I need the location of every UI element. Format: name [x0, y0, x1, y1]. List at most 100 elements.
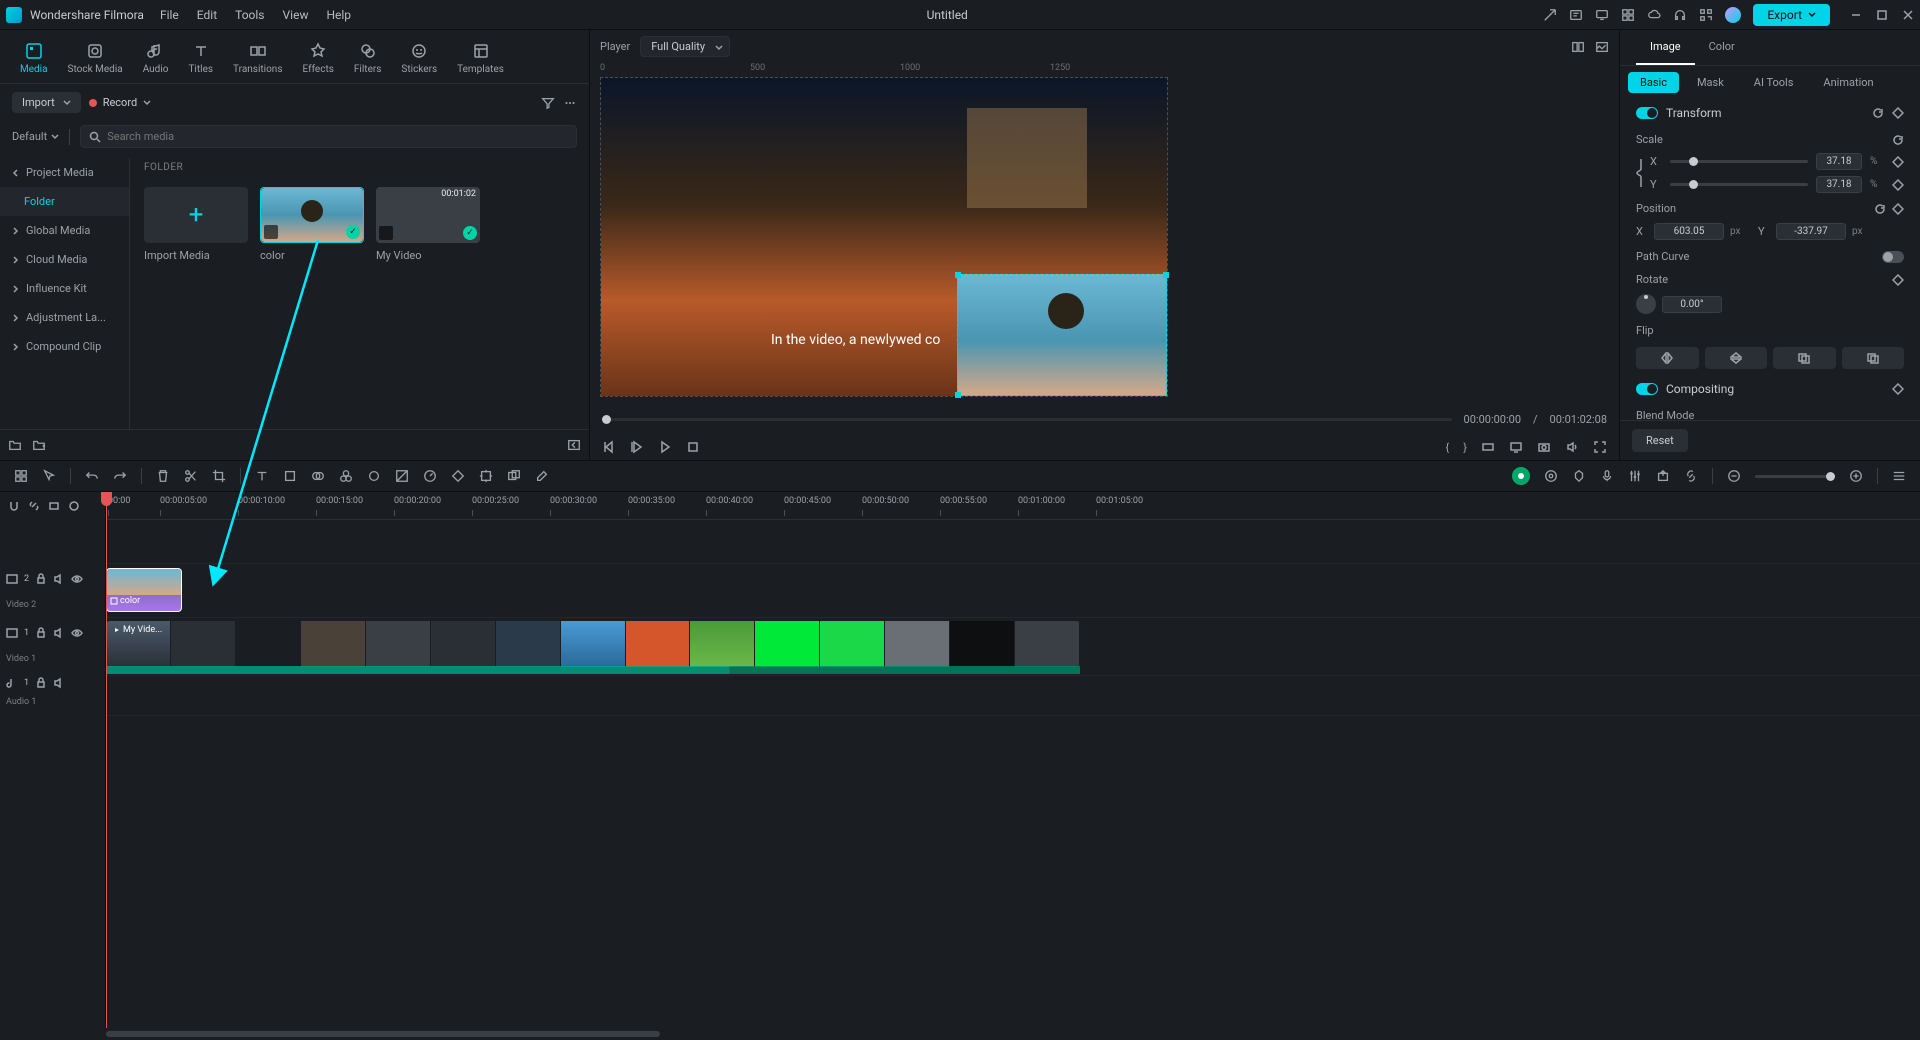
tl-color-icon[interactable]: [367, 469, 381, 483]
tl-group-icon[interactable]: [507, 469, 521, 483]
tl-effects-icon[interactable]: [339, 469, 353, 483]
tab-effects[interactable]: Effects: [293, 38, 344, 83]
pos-x-field[interactable]: 603.05: [1654, 223, 1724, 240]
auto-icon[interactable]: [68, 500, 80, 512]
rotate-dial[interactable]: [1636, 294, 1656, 314]
sidebar-item-project-media[interactable]: Project Media: [0, 158, 129, 187]
reset-icon[interactable]: [1872, 107, 1884, 119]
scale-y-slider[interactable]: [1670, 183, 1808, 186]
magnet-icon[interactable]: [48, 500, 60, 512]
mark-in-icon[interactable]: {: [1446, 441, 1450, 454]
clip-main-video[interactable]: [106, 621, 1080, 667]
pip-selected-clip[interactable]: [957, 274, 1167, 396]
play-icon[interactable]: [658, 440, 672, 454]
mute-icon[interactable]: [53, 573, 65, 585]
text-tool-icon[interactable]: [255, 469, 269, 483]
tab-transitions[interactable]: Transitions: [223, 38, 292, 83]
delete-icon[interactable]: [156, 469, 170, 483]
menu-tools[interactable]: Tools: [235, 8, 264, 22]
send-icon[interactable]: [1543, 8, 1557, 22]
tl-keyframe-icon[interactable]: [451, 469, 465, 483]
subtab-animation[interactable]: Animation: [1811, 72, 1885, 93]
sidebar-item-folder[interactable]: Folder: [0, 187, 129, 216]
clip-pip-color[interactable]: color: [106, 568, 182, 612]
lock-icon[interactable]: [35, 677, 47, 689]
keyframe-icon[interactable]: [1892, 179, 1904, 191]
zoom-out-icon[interactable]: [1727, 469, 1741, 483]
tl-crop-icon[interactable]: [283, 469, 297, 483]
display-icon[interactable]: [1595, 8, 1609, 22]
search-input[interactable]: [80, 125, 577, 148]
timeline-scrollbar[interactable]: [106, 1028, 1920, 1040]
scale-x-field[interactable]: 37.18: [1816, 153, 1862, 170]
sidebar-item-cloud-media[interactable]: Cloud Media: [0, 245, 129, 274]
track-header-video2[interactable]: 2 Video 2: [0, 564, 105, 618]
split-icon[interactable]: [184, 469, 198, 483]
screen-icon[interactable]: [1509, 440, 1523, 454]
tl-adjust-icon[interactable]: [395, 469, 409, 483]
menu-help[interactable]: Help: [326, 8, 351, 22]
notes-icon[interactable]: [1569, 8, 1583, 22]
record-dropdown[interactable]: Record: [89, 96, 151, 109]
rotate-field[interactable]: 0.00°: [1662, 296, 1722, 313]
transform-toggle[interactable]: [1636, 107, 1658, 119]
stop-icon[interactable]: [686, 440, 700, 454]
mute-icon[interactable]: [53, 677, 65, 689]
clip-tool-icon[interactable]: [1481, 440, 1495, 454]
collapse-sidebar-icon[interactable]: [567, 438, 581, 452]
maximize-icon[interactable]: [1876, 9, 1888, 21]
path-curve-toggle[interactable]: [1882, 251, 1904, 263]
export-button[interactable]: Export: [1753, 4, 1830, 26]
track-header-audio1[interactable]: 1 Audio 1: [0, 672, 105, 712]
keyframe-icon[interactable]: [1892, 107, 1904, 119]
tl-erase-icon[interactable]: [535, 469, 549, 483]
visible-icon[interactable]: [71, 627, 83, 639]
visible-icon[interactable]: [71, 573, 83, 585]
menu-edit[interactable]: Edit: [197, 8, 217, 22]
new-bin-icon[interactable]: [32, 438, 46, 452]
tab-filters[interactable]: Filters: [344, 38, 392, 83]
import-dropdown[interactable]: Import: [12, 92, 81, 113]
playhead[interactable]: [106, 492, 107, 1028]
volume-icon[interactable]: [1565, 440, 1579, 454]
compositing-toggle[interactable]: [1636, 383, 1658, 395]
tab-templates[interactable]: Templates: [447, 38, 514, 83]
media-item-my-video[interactable]: 00:01:02✓ My Video: [376, 187, 480, 262]
link-axes-icon[interactable]: [1633, 155, 1645, 191]
tab-media[interactable]: Media: [10, 38, 58, 83]
tl-mic-icon[interactable]: [1600, 469, 1614, 483]
snapshot-preview-icon[interactable]: [1595, 40, 1609, 54]
track-header-video1[interactable]: 1 Video 1: [0, 618, 105, 672]
menu-view[interactable]: View: [283, 8, 309, 22]
tab-color[interactable]: Color: [1695, 30, 1749, 65]
library-icon[interactable]: [1621, 8, 1635, 22]
scale-y-field[interactable]: 37.18: [1816, 176, 1862, 193]
tl-marker-icon[interactable]: [1572, 469, 1586, 483]
reset-button[interactable]: Reset: [1632, 429, 1688, 452]
tl-pointer-icon[interactable]: [42, 469, 56, 483]
tl-render-icon[interactable]: [1544, 469, 1558, 483]
keyframe-icon[interactable]: [1892, 203, 1904, 215]
reset-icon[interactable]: [1874, 203, 1886, 215]
lock-icon[interactable]: [35, 627, 47, 639]
scale-x-slider[interactable]: [1670, 160, 1808, 163]
filter-icon[interactable]: [541, 96, 555, 110]
subtab-mask[interactable]: Mask: [1685, 72, 1736, 93]
keyframe-icon[interactable]: [1892, 156, 1904, 168]
flip-vertical-button[interactable]: [1705, 347, 1768, 369]
tab-stickers[interactable]: Stickers: [391, 38, 447, 83]
menu-file[interactable]: File: [160, 8, 179, 22]
player-viewport[interactable]: In the video, a newlywed co: [600, 77, 1168, 397]
snap-icon[interactable]: [8, 500, 20, 512]
minimize-icon[interactable]: [1850, 9, 1862, 21]
timeline-ruler[interactable]: 00:00 00:00:05:00 00:00:10:00 00:00:15:0…: [106, 492, 1920, 520]
pos-y-field[interactable]: -337.97: [1776, 223, 1846, 240]
tl-mixer-icon[interactable]: [1628, 469, 1642, 483]
sidebar-item-compound-clip[interactable]: Compound Clip: [0, 332, 129, 361]
tl-speed-icon[interactable]: [423, 469, 437, 483]
sidebar-item-global-media[interactable]: Global Media: [0, 216, 129, 245]
sidebar-item-adjustment-layer[interactable]: Adjustment La...: [0, 303, 129, 332]
tab-image[interactable]: Image: [1636, 30, 1695, 65]
keyframe-icon[interactable]: [1892, 274, 1904, 286]
cloud-icon[interactable]: [1647, 8, 1661, 22]
